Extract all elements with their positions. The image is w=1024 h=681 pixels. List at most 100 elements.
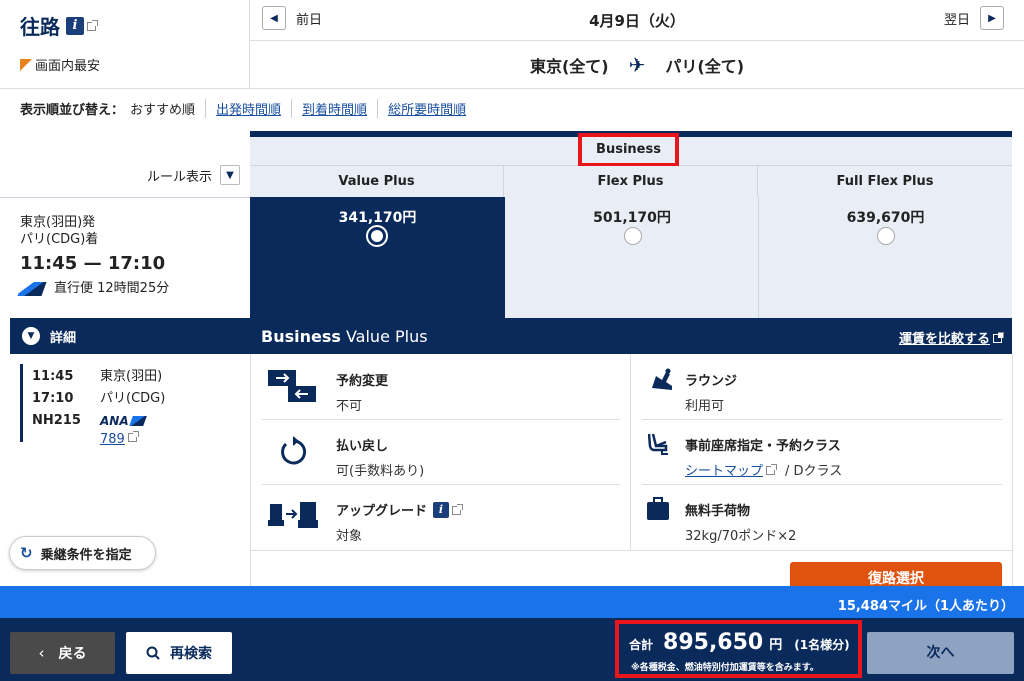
- feature-title: 無料手荷物: [685, 504, 751, 519]
- connection-condition-button[interactable]: ↻ 乗継条件を指定: [9, 536, 156, 570]
- fare-cell-full-flex-plus[interactable]: 639,670円: [759, 197, 1012, 318]
- baggage-icon: [646, 497, 670, 525]
- sort-label: 表示順並び替え：: [20, 103, 125, 118]
- miles-text: 15,484マイル（1人あたり）: [837, 599, 1014, 614]
- feature-seat: 事前座席指定・予約クラス シートマップ / Dクラス: [685, 435, 842, 479]
- external-link-icon[interactable]: [452, 504, 464, 515]
- lounge-icon: [648, 368, 676, 396]
- feature-refund: 払い戻し 可(手数料あり): [336, 435, 424, 479]
- fare-price: 501,170円: [593, 210, 671, 226]
- outbound-title: 往路: [20, 15, 60, 39]
- fare-col-value-plus: Value Plus: [250, 166, 504, 197]
- detail-panel-title: Business Value Plus: [261, 327, 428, 346]
- fare-radio-selected[interactable]: [368, 227, 386, 245]
- left-header: 往路 i 画面内最安: [0, 0, 250, 88]
- sort-departure[interactable]: 出発時間順: [206, 99, 293, 118]
- total-people: (1名様分): [794, 638, 850, 652]
- fare-col-full-flex-plus: Full Flex Plus: [836, 174, 934, 189]
- rule-display[interactable]: ルール表示 ▼: [20, 165, 240, 185]
- feature-value: 不可: [336, 399, 363, 414]
- feature-lounge: ラウンジ 利用可: [685, 370, 737, 414]
- refund-icon: [278, 436, 308, 472]
- fare-columns-header: Value Plus Flex Plus Full Flex Plus: [250, 166, 1012, 197]
- ana-logo-mark-icon: [128, 416, 147, 426]
- date-nav: ◀ 前日 4月9日（火） 翌日 ▶: [250, 0, 1024, 41]
- feature-value: 可(手数料あり): [336, 464, 425, 479]
- aircraft-link[interactable]: 789: [100, 432, 125, 448]
- fare-radio[interactable]: [624, 227, 642, 245]
- sort-arrival[interactable]: 到着時間順: [292, 99, 379, 118]
- detail-dep-city: 東京(羽田): [100, 369, 163, 384]
- detail-arr-time: 17:10: [32, 391, 74, 406]
- external-link-icon[interactable]: [87, 20, 98, 31]
- details-label: 詳細: [50, 330, 77, 346]
- flight-summary[interactable]: 東京(羽田)発 パリ(CDG)着 11:45 — 17:10 直行便 12時間2…: [17, 214, 170, 297]
- external-link-icon: [993, 332, 1004, 343]
- detail-panel-header: Business Value Plus 運賃を比較する: [250, 318, 1012, 354]
- feature-title: アップグレード: [336, 504, 428, 519]
- miles-bar: 15,484マイル（1人あたり）: [0, 586, 1024, 618]
- feature-upgrade: アップグレード i 対象: [336, 500, 464, 544]
- detail-arr-city: パリ(CDG): [100, 391, 166, 406]
- feature-title: 予約変更: [336, 374, 389, 389]
- fare-radio[interactable]: [877, 227, 895, 245]
- upgrade-icon: [268, 500, 320, 536]
- fare-col-flex-plus: Flex Plus: [504, 166, 758, 197]
- research-label: 再検索: [170, 646, 212, 662]
- fare-cell-flex-plus[interactable]: 501,170円: [505, 197, 759, 318]
- total-amount: 895,650: [663, 630, 764, 655]
- total-unit: 円: [769, 638, 783, 653]
- departure-city: 東京(羽田)発: [20, 215, 96, 230]
- next-button[interactable]: 次へ: [867, 632, 1014, 674]
- chevron-down-circle-icon: ▼: [22, 327, 40, 345]
- seat-map-link[interactable]: シートマップ: [685, 460, 763, 479]
- fare-price: 639,670円: [846, 210, 925, 226]
- flight-number: NH215: [32, 413, 81, 428]
- chevron-left-icon: ‹: [38, 644, 45, 662]
- feature-value: 32kg/70ポンド×2: [685, 529, 797, 544]
- flight-detail: 11:45 東京(羽田) 17:10 パリ(CDG) NH215 ANA 789: [32, 366, 165, 448]
- total-note: ※各種税金、燃油特別付加運賃等を含みます。: [631, 663, 819, 673]
- destination: パリ(全て): [665, 56, 745, 76]
- next-day-label: 翌日: [943, 12, 970, 28]
- route: 東京(全て) ✈ パリ(全て): [250, 41, 1024, 88]
- fare-price: 341,170円: [338, 210, 417, 226]
- seat-icon: [647, 432, 672, 460]
- booking-class: / Dクラス: [785, 464, 843, 479]
- feature-baggage: 無料手荷物 32kg/70ポンド×2: [685, 500, 796, 544]
- info-icon[interactable]: i: [66, 16, 84, 35]
- back-label: 戻る: [58, 646, 87, 662]
- fare-cell-value-plus[interactable]: 341,170円: [250, 197, 505, 318]
- next-day-button[interactable]: 翌日 ▶: [944, 6, 1004, 30]
- total-price-box: 合計 895,650 円 (1名様分) ※各種税金、燃油特別付加運賃等を含みます…: [615, 620, 862, 678]
- feature-change: 予約変更 不可: [336, 370, 388, 414]
- compare-fares-link[interactable]: 運賃を比較する: [898, 328, 1004, 347]
- timeline-bar: [20, 364, 23, 442]
- next-arrow-icon: ▶: [980, 6, 1004, 30]
- details-toggle[interactable]: ▼ 詳細: [10, 318, 250, 354]
- feature-title: 事前座席指定・予約クラス: [685, 439, 841, 454]
- feature-value: 対象: [336, 529, 363, 544]
- detail-dep-time: 11:45: [32, 369, 74, 384]
- search-icon: [146, 646, 160, 660]
- flight-type: 直行便 12時間25分: [54, 281, 170, 296]
- arrival-city: パリ(CDG)着: [20, 232, 99, 247]
- info-icon[interactable]: i: [433, 501, 450, 518]
- sort-current: おすすめ順: [130, 99, 207, 118]
- external-link-icon[interactable]: [127, 431, 139, 442]
- rule-display-label: ルール表示: [146, 169, 212, 185]
- back-button[interactable]: ‹ 戻る: [10, 632, 115, 674]
- sort-duration[interactable]: 総所要時間順: [378, 99, 476, 118]
- research-button[interactable]: 再検索: [126, 632, 232, 674]
- connection-condition-label: 乗継条件を指定: [40, 547, 132, 563]
- lowest-price-label: 画面内最安: [35, 59, 101, 74]
- feature-value: 利用可: [685, 399, 725, 414]
- ana-logo: ANA: [100, 414, 129, 428]
- airplane-icon: ✈: [628, 52, 646, 77]
- external-link-icon[interactable]: [766, 464, 778, 475]
- change-icon: [268, 368, 318, 408]
- compare-fares-label: 運賃を比較する: [898, 332, 990, 347]
- chevron-down-icon: ▼: [220, 165, 240, 185]
- feature-title: ラウンジ: [685, 374, 738, 389]
- origin: 東京(全て): [529, 56, 609, 76]
